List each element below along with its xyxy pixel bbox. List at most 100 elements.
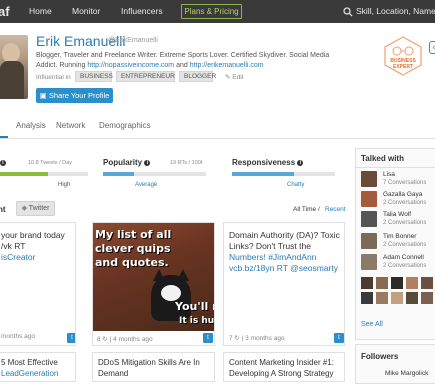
active-tab-indicator <box>0 136 8 138</box>
metric-popularity-bar <box>103 172 206 176</box>
avatar <box>361 171 377 187</box>
nav-home-link[interactable]: Home <box>29 6 52 16</box>
talked-with-person[interactable]: Adam Connell 2 Conversations <box>361 254 435 274</box>
contact-thumbnail[interactable] <box>376 292 388 304</box>
metric-responsiveness-level: Chatty <box>287 182 305 188</box>
card-line: 5 Most Effective <box>1 358 58 367</box>
content-card[interactable]: 5 Most Effective LeadGeneration Ideas <box>0 352 76 382</box>
tag-entrepreneur[interactable]: ENTREPRENEUR <box>116 71 175 82</box>
info-icon[interactable]: i <box>144 160 151 166</box>
followers-title: Followers <box>361 352 399 361</box>
nav-monitor-link[interactable]: Monitor <box>72 6 100 16</box>
conversation-count: 2 Conversations <box>383 200 427 206</box>
bio-link-1[interactable]: http://nopassiveincome.com <box>87 62 174 69</box>
person-name[interactable]: Tim Bonner <box>383 233 416 240</box>
nav-influencers-link[interactable]: Influencers <box>121 6 163 16</box>
contact-thumbnail[interactable] <box>391 277 403 289</box>
contact-thumbnail[interactable] <box>376 277 388 289</box>
metric-activity-fill <box>0 172 48 176</box>
card-line: Domain Authority (DA)? Toxic <box>229 230 340 240</box>
card-meta: 7 ↻ | 3 months ago <box>229 335 285 342</box>
metric-activity-bar <box>0 172 88 176</box>
conversation-count: 2 Conversations <box>383 263 427 269</box>
content-card[interactable]: My list of all clever quips and quotes. … <box>92 222 215 346</box>
content-card[interactable]: Content Marketing Insider #1: Developing… <box>223 352 345 382</box>
card-line: Demand <box>98 369 129 378</box>
share-profile-button[interactable]: ▣ Share Your Profile <box>36 88 113 103</box>
tab-demographics[interactable]: Demographics <box>99 121 151 130</box>
card-image: My list of all clever quips and quotes. … <box>93 223 215 331</box>
talked-with-person[interactable]: Lisa 7 Conversations <box>361 171 435 191</box>
tab-analysis[interactable]: Analysis <box>16 121 46 130</box>
sort-recent[interactable]: Recent <box>325 206 346 213</box>
twitter-icon[interactable]: t <box>203 333 213 343</box>
plans-pricing-button[interactable]: Plans & Pricing <box>181 4 242 19</box>
contact-thumbnail[interactable] <box>361 277 373 289</box>
twitter-icon[interactable]: t <box>67 333 75 343</box>
influential-in-label: Influential in <box>36 74 71 81</box>
card-text: 5 Most Effective LeadGeneration Ideas <box>1 357 75 381</box>
avatar <box>361 191 377 207</box>
content-card[interactable]: DDoS Mitigation Skills Are In Demand <box>92 352 215 382</box>
edit-tags-link[interactable]: ✎ Edit <box>225 73 243 81</box>
contact-thumbnail[interactable] <box>421 277 433 289</box>
person-name[interactable]: Talia Wolf <box>383 211 411 218</box>
badge-expand-button[interactable]: ‹ <box>429 41 435 54</box>
card-text: your brand today /vk RT isCreator <box>1 230 75 263</box>
conversation-count: 7 Conversations <box>383 180 427 186</box>
profile-avatar <box>0 35 28 99</box>
metric-activity-title: i <box>0 158 6 167</box>
bio-link-2[interactable]: http://erikemanuelli.com <box>190 62 264 69</box>
see-all-link[interactable]: See All <box>361 321 383 328</box>
card-line: DDoS Mitigation Skills Are In <box>98 358 200 367</box>
meme-line: clever quips <box>95 242 171 255</box>
tag-blogger[interactable]: BLOGGER <box>179 71 216 82</box>
badge-label: BUSINESS EXPERT <box>378 58 428 70</box>
metric-responsiveness-label: Responsiveness <box>232 158 296 167</box>
sort-all-time[interactable]: All Time / <box>293 206 320 213</box>
talked-with-title: Talked with <box>361 154 404 163</box>
talked-with-person[interactable]: Gazalla Gaya 2 Conversations <box>361 191 435 211</box>
card-line[interactable]: Numbers! #JimAndAnn <box>229 252 344 263</box>
contact-thumbnail[interactable] <box>406 292 418 304</box>
conversation-count: 2 Conversations <box>383 220 427 226</box>
card-text: Content Marketing Insider #1: Developing… <box>229 357 344 379</box>
talked-with-person[interactable]: Tim Bonner 2 Conversations <box>361 233 435 253</box>
sort-separator: / <box>317 206 320 213</box>
card-line[interactable]: isCreator <box>1 252 75 263</box>
all-time-label: All Time <box>293 206 317 213</box>
info-icon[interactable]: i <box>0 160 6 166</box>
person-name[interactable]: Gazalla Gaya <box>383 191 422 198</box>
talked-with-person[interactable]: Talia Wolf 2 Conversations <box>361 211 435 231</box>
pencil-icon: ✎ <box>225 74 231 81</box>
meme-line: It is hu <box>179 316 215 326</box>
profile-handle[interactable]: @ErikEmanuelli <box>108 37 158 44</box>
top-navigation-bar: af Home Monitor Influencers Plans & Pric… <box>0 0 435 23</box>
search-input[interactable]: Skill, Location, Name <box>341 4 435 19</box>
info-icon[interactable]: i <box>297 160 304 166</box>
person-name[interactable]: Adam Connell <box>383 254 424 261</box>
avatar <box>361 211 377 227</box>
content-card[interactable]: your brand today /vk RT isCreator months… <box>0 222 76 346</box>
business-expert-badge-icon <box>384 36 422 76</box>
twitter-icon[interactable]: t <box>334 333 344 343</box>
contact-thumbnail[interactable] <box>361 292 373 304</box>
metric-popularity-fill <box>103 172 134 176</box>
contact-thumbnail[interactable] <box>391 292 403 304</box>
app-logo[interactable]: af <box>0 4 10 19</box>
bio-and: and <box>176 61 190 69</box>
card-line[interactable]: vcb.bz/18yn RT @seosmarty <box>229 263 344 274</box>
content-card[interactable]: Domain Authority (DA)? Toxic Links? Don'… <box>223 222 345 346</box>
follower-name[interactable]: Mike Margolick <box>385 370 428 377</box>
metric-popularity-title: Popularity i <box>103 158 151 167</box>
metric-responsiveness-bar <box>232 172 335 176</box>
tab-network[interactable]: Network <box>56 121 85 130</box>
profile-tabs: Analysis Network Demographics <box>0 112 435 139</box>
contact-thumbnail[interactable] <box>406 277 418 289</box>
twitter-filter-button[interactable]: ◆ Twitter <box>16 201 55 216</box>
person-name[interactable]: Lisa <box>383 171 395 178</box>
card-meta: 8 ↻ | 4 months ago <box>97 336 153 343</box>
content-section-title: nt <box>0 205 6 214</box>
contact-thumbnail[interactable] <box>421 292 433 304</box>
tag-business[interactable]: BUSINESS <box>75 71 113 82</box>
